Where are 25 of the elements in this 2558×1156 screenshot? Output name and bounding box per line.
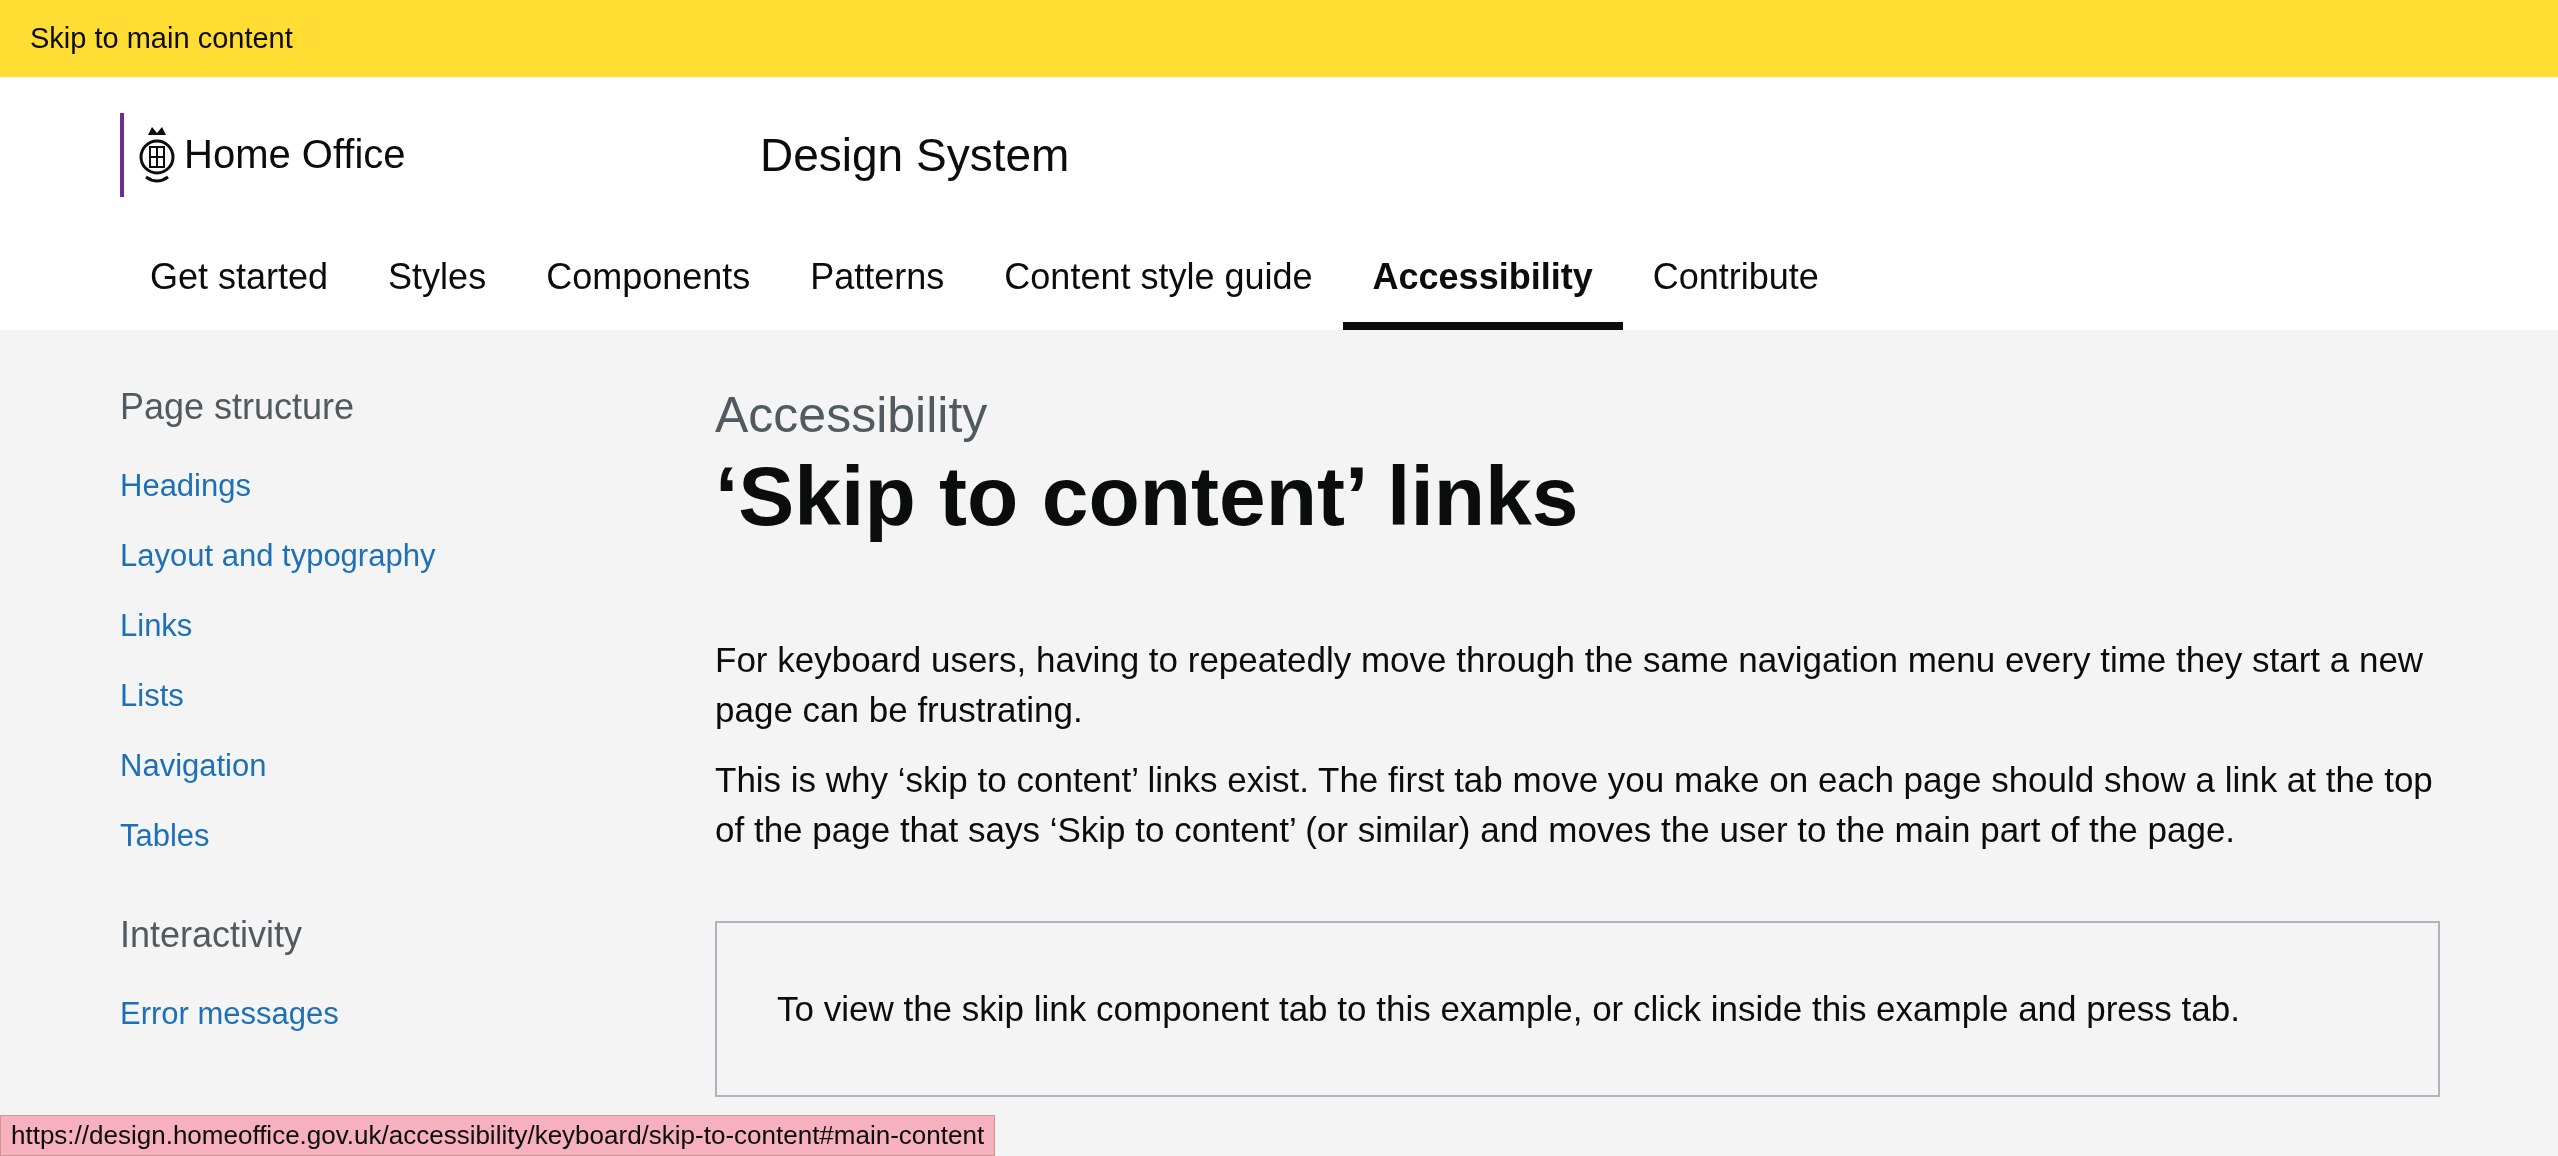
body-paragraph: For keyboard users, having to repeatedly move through the same navigation menu every time they start a new page can be frustrating. <box>715 639 2425 731</box>
sidebar-heading: Page structure <box>120 386 356 428</box>
page-caption: Accessibility <box>715 386 989 444</box>
sidebar-link[interactable]: Navigation <box>120 748 715 784</box>
sidebar-link[interactable]: Tables <box>120 818 715 854</box>
sidebar-link[interactable]: Links <box>120 608 715 644</box>
sidebar-link[interactable]: Headings <box>120 468 715 504</box>
body-paragraph: This is why ‘skip to content’ links exist. The first tab move you make on each page should show a link at the top of the page that says ‘Skip to content’ (or similar) and moves the user to the main part of the page. <box>715 759 2434 851</box>
skip-link[interactable]: Skip to main content <box>0 0 2558 77</box>
nav-tab[interactable]: Accessibility <box>1342 232 1623 330</box>
nav-tab[interactable]: Contribute <box>1622 232 1849 330</box>
status-url-tooltip: https://design.homeoffice.gov.uk/accessibility/keyboard/skip-to-content#main-content <box>0 1115 996 1156</box>
nav-tab[interactable]: Content style guide <box>974 232 1343 330</box>
nav-tab[interactable]: Patterns <box>780 232 975 330</box>
sidebar-link[interactable]: Lists <box>120 678 715 714</box>
page-title: ‘Skip to content’ links <box>715 448 1580 545</box>
service-name[interactable]: Design System <box>760 127 1070 182</box>
example-text: To view the skip link component tab to this example, or click inside this example and press tab. <box>777 989 2241 1029</box>
organisation-logo[interactable]: Home Office <box>120 112 760 197</box>
nav-tab[interactable]: Components <box>516 232 781 330</box>
nav-tab[interactable]: Styles <box>358 232 517 330</box>
sidebar-link[interactable]: Layout and typography <box>120 538 715 574</box>
sidebar-heading: Interactivity <box>120 914 304 956</box>
nav-tab[interactable]: Get started <box>120 232 359 330</box>
sidebar-link[interactable]: Error messages <box>120 996 715 1032</box>
